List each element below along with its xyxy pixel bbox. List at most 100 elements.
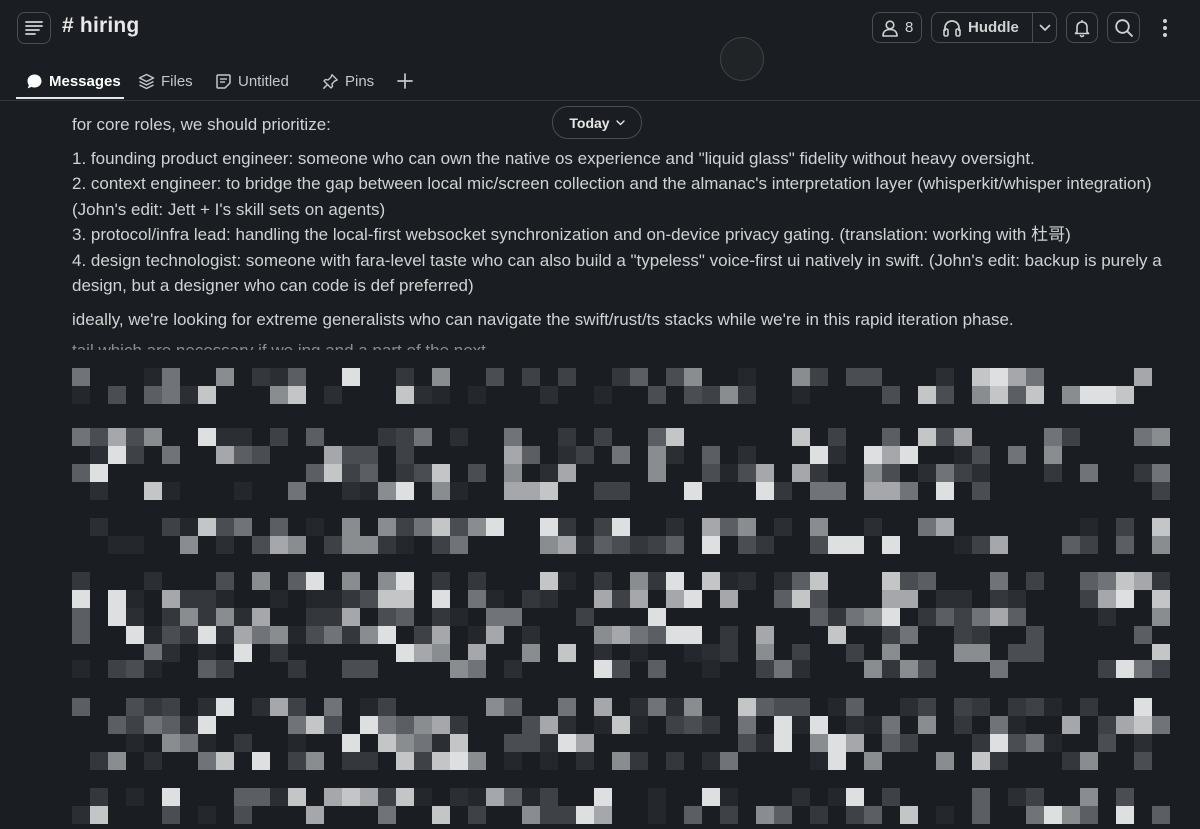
redaction-pixel: [1026, 698, 1044, 716]
search-button[interactable]: [1107, 12, 1140, 43]
redaction-pixel: [702, 752, 720, 770]
redaction-pixel: [468, 788, 486, 806]
redaction-pixel: [648, 608, 666, 626]
redaction-pixel: [306, 716, 324, 734]
redaction-pixel: [1116, 572, 1134, 590]
redaction-pixel: [162, 734, 180, 752]
redaction-pixel: [432, 608, 450, 626]
redaction-pixel: [810, 608, 828, 626]
redaction-pixel: [972, 698, 990, 716]
redaction-pixel: [828, 608, 846, 626]
redaction-pixel: [468, 464, 486, 482]
channel-title[interactable]: # hiring: [62, 14, 139, 38]
add-tab-button[interactable]: [397, 62, 413, 100]
redaction-pixel: [144, 660, 162, 678]
redaction-pixel: [216, 660, 234, 678]
redaction-pixel: [450, 716, 468, 734]
redaction-pixel: [864, 518, 882, 536]
redaction-pixel: [504, 660, 522, 678]
redaction-pixel: [702, 386, 720, 404]
redaction-pixel: [288, 626, 306, 644]
redaction-pixel: [1152, 536, 1170, 554]
redaction-pixel: [324, 590, 342, 608]
redaction-pixel: [270, 518, 288, 536]
redaction-pixel: [558, 518, 576, 536]
redaction-pixel: [828, 788, 846, 806]
notifications-button[interactable]: [1066, 12, 1098, 43]
redaction-pixel: [972, 644, 990, 662]
tab-untitled[interactable]: Untitled: [215, 62, 289, 100]
redaction-pixel: [1116, 518, 1134, 536]
redaction-pixel: [648, 698, 666, 716]
redaction-pixel: [144, 428, 162, 446]
redaction-pixel: [378, 536, 396, 554]
redaction-pixel: [684, 644, 702, 662]
tab-messages-label: Messages: [49, 72, 121, 90]
redaction-pixel: [72, 698, 90, 716]
redaction-pixel: [108, 536, 126, 554]
redaction-pixel: [342, 368, 360, 386]
redaction-pixel: [378, 716, 396, 734]
redaction-pixel: [558, 716, 576, 734]
redaction-pixel: [162, 518, 180, 536]
redaction-pixel: [234, 518, 252, 536]
redaction-pixel: [792, 368, 810, 386]
redaction-pixel: [990, 608, 1008, 626]
redaction-pixel: [450, 536, 468, 554]
members-button[interactable]: 8: [872, 12, 922, 43]
redaction-pixel: [486, 608, 504, 626]
tab-files[interactable]: Files: [138, 62, 193, 100]
redaction-pixel: [648, 386, 666, 404]
redaction-pixel: [522, 590, 540, 608]
redaction-pixel: [936, 752, 954, 770]
redaction-pixel: [486, 590, 504, 608]
redaction-pixel: [108, 608, 126, 626]
redaction-pixel: [342, 626, 360, 644]
redaction-pixel: [1026, 572, 1044, 590]
redaction-pixel: [432, 644, 450, 662]
redaction-pixel: [378, 806, 396, 824]
redaction-pixel: [360, 536, 378, 554]
redaction-pixel: [72, 386, 90, 404]
redaction-pixel: [162, 698, 180, 716]
redaction-pixel: [648, 464, 666, 482]
redaction-pixel: [198, 590, 216, 608]
redaction-pixel: [738, 734, 756, 752]
redaction-pixel: [882, 464, 900, 482]
tab-messages[interactable]: Messages: [26, 62, 121, 100]
redaction-pixel: [198, 660, 216, 678]
redaction-pixel: [558, 806, 576, 824]
redaction-pixel: [918, 660, 936, 678]
redaction-pixel: [216, 590, 234, 608]
redaction-pixel: [126, 536, 144, 554]
channel-header: # hiring 8 Huddle: [0, 0, 1200, 81]
date-divider-button[interactable]: Today: [552, 106, 642, 139]
redaction-pixel: [1026, 734, 1044, 752]
redaction-pixel: [216, 446, 234, 464]
redaction-pixel: [180, 590, 198, 608]
redaction-pixel: [486, 698, 504, 716]
redaction-pixel: [576, 536, 594, 554]
redaction-pixel: [540, 518, 558, 536]
redaction-pixel: [738, 386, 756, 404]
more-options-button[interactable]: [1152, 12, 1178, 43]
huddle-button[interactable]: Huddle: [932, 13, 1032, 42]
redaction-pixel: [1098, 572, 1116, 590]
huddle-options-button[interactable]: [1033, 13, 1056, 42]
redaction-pixel: [396, 572, 414, 590]
redaction-pixel: [918, 572, 936, 590]
redaction-pixel: [558, 368, 576, 386]
redaction-pixel: [630, 698, 648, 716]
redaction-pixel: [1134, 428, 1152, 446]
redaction-pixel: [846, 806, 864, 824]
sidebar-toggle-button[interactable]: [17, 12, 51, 44]
redaction-pixel: [828, 446, 846, 464]
redaction-pixel: [774, 716, 792, 734]
redaction-pixel: [108, 590, 126, 608]
redaction-pixel: [450, 518, 468, 536]
tab-pins[interactable]: Pins: [322, 62, 374, 100]
redaction-pixel: [882, 536, 900, 554]
redaction-pixel: [432, 716, 450, 734]
redaction-pixel: [594, 626, 612, 644]
redaction-pixel: [1152, 608, 1170, 626]
